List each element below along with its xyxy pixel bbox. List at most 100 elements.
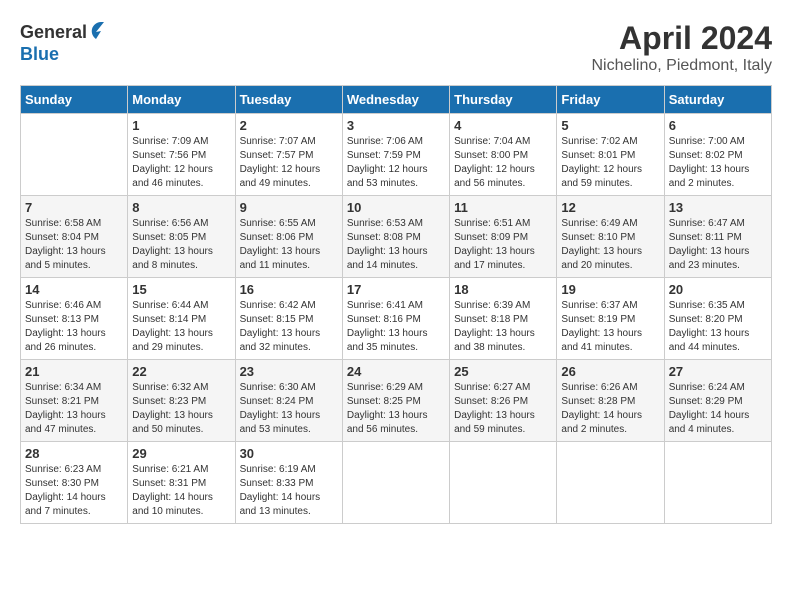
calendar-cell: 14 Sunrise: 6:46 AMSunset: 8:13 PMDayligh… bbox=[21, 278, 128, 360]
calendar-cell bbox=[450, 442, 557, 524]
calendar-week-row: 28 Sunrise: 6:23 AMSunset: 8:30 PMDayligh… bbox=[21, 442, 772, 524]
day-number: 26 bbox=[561, 364, 659, 379]
calendar-cell: 24 Sunrise: 6:29 AMSunset: 8:25 PMDayligh… bbox=[342, 360, 449, 442]
day-number: 20 bbox=[669, 282, 767, 297]
day-number: 3 bbox=[347, 118, 445, 133]
day-number: 14 bbox=[25, 282, 123, 297]
day-number: 24 bbox=[347, 364, 445, 379]
day-info: Sunrise: 7:00 AMSunset: 8:02 PMDaylight:… bbox=[669, 135, 767, 191]
logo-icon bbox=[89, 20, 113, 44]
col-thursday: Thursday bbox=[450, 86, 557, 114]
day-info: Sunrise: 6:46 AMSunset: 8:13 PMDaylight:… bbox=[25, 299, 123, 355]
calendar-week-row: 14 Sunrise: 6:46 AMSunset: 8:13 PMDayligh… bbox=[21, 278, 772, 360]
calendar-cell: 13 Sunrise: 6:47 AMSunset: 8:11 PMDayligh… bbox=[664, 196, 771, 278]
calendar-cell: 20Sunrise: 6:35 AMSunset: 8:20 PMDayligh… bbox=[664, 278, 771, 360]
day-info: Sunrise: 6:53 AMSunset: 8:08 PMDaylight:… bbox=[347, 217, 445, 273]
day-number: 12 bbox=[561, 200, 659, 215]
day-number: 7 bbox=[25, 200, 123, 215]
day-number: 1 bbox=[132, 118, 230, 133]
day-info: Sunrise: 6:24 AMSunset: 8:29 PMDaylight:… bbox=[669, 381, 767, 437]
location-title: Nichelino, Piedmont, Italy bbox=[591, 57, 772, 75]
day-info: Sunrise: 6:44 AMSunset: 8:14 PMDaylight:… bbox=[132, 299, 230, 355]
day-info: Sunrise: 6:41 AMSunset: 8:16 PMDaylight:… bbox=[347, 299, 445, 355]
calendar-cell: 4 Sunrise: 7:04 AMSunset: 8:00 PMDaylight… bbox=[450, 114, 557, 196]
day-info: Sunrise: 7:06 AMSunset: 7:59 PMDaylight:… bbox=[347, 135, 445, 191]
day-info: Sunrise: 6:19 AMSunset: 8:33 PMDaylight:… bbox=[240, 463, 338, 519]
day-info: Sunrise: 6:47 AMSunset: 8:11 PMDaylight:… bbox=[669, 217, 767, 273]
calendar-week-row: 1 Sunrise: 7:09 AMSunset: 7:56 PMDaylight… bbox=[21, 114, 772, 196]
day-number: 5 bbox=[561, 118, 659, 133]
calendar-cell: 5 Sunrise: 7:02 AMSunset: 8:01 PMDaylight… bbox=[557, 114, 664, 196]
calendar-cell bbox=[557, 442, 664, 524]
day-info: Sunrise: 7:04 AMSunset: 8:00 PMDaylight:… bbox=[454, 135, 552, 191]
calendar-cell: 15 Sunrise: 6:44 AMSunset: 8:14 PMDayligh… bbox=[128, 278, 235, 360]
calendar-cell: 1 Sunrise: 7:09 AMSunset: 7:56 PMDaylight… bbox=[128, 114, 235, 196]
col-saturday: Saturday bbox=[664, 86, 771, 114]
calendar-cell: 27 Sunrise: 6:24 AMSunset: 8:29 PMDayligh… bbox=[664, 360, 771, 442]
calendar-cell bbox=[342, 442, 449, 524]
col-tuesday: Tuesday bbox=[235, 86, 342, 114]
calendar-cell: 23Sunrise: 6:30 AMSunset: 8:24 PMDayligh… bbox=[235, 360, 342, 442]
calendar-week-row: 21 Sunrise: 6:34 AMSunset: 8:21 PMDayligh… bbox=[21, 360, 772, 442]
day-number: 2 bbox=[240, 118, 338, 133]
day-number: 30 bbox=[240, 446, 338, 461]
day-info: Sunrise: 6:30 AMSunset: 8:24 PMDaylight:… bbox=[240, 381, 338, 437]
calendar-cell bbox=[21, 114, 128, 196]
calendar-cell: 17 Sunrise: 6:41 AMSunset: 8:16 PMDayligh… bbox=[342, 278, 449, 360]
day-info: Sunrise: 6:21 AMSunset: 8:31 PMDaylight:… bbox=[132, 463, 230, 519]
col-monday: Monday bbox=[128, 86, 235, 114]
day-info: Sunrise: 6:56 AMSunset: 8:05 PMDaylight:… bbox=[132, 217, 230, 273]
day-number: 18 bbox=[454, 282, 552, 297]
calendar-cell: 16 Sunrise: 6:42 AMSunset: 8:15 PMDayligh… bbox=[235, 278, 342, 360]
calendar-cell: 30 Sunrise: 6:19 AMSunset: 8:33 PMDayligh… bbox=[235, 442, 342, 524]
calendar-cell: 3 Sunrise: 7:06 AMSunset: 7:59 PMDaylight… bbox=[342, 114, 449, 196]
day-number: 19 bbox=[561, 282, 659, 297]
day-number: 27 bbox=[669, 364, 767, 379]
calendar-cell: 10 Sunrise: 6:53 AMSunset: 8:08 PMDayligh… bbox=[342, 196, 449, 278]
day-info: Sunrise: 7:09 AMSunset: 7:56 PMDaylight:… bbox=[132, 135, 230, 191]
day-number: 4 bbox=[454, 118, 552, 133]
page-header: General Blue April 2024 Nichelino, Piedm… bbox=[20, 20, 772, 75]
calendar-header-row: Sunday Monday Tuesday Wednesday Thursday… bbox=[21, 86, 772, 114]
day-number: 21 bbox=[25, 364, 123, 379]
day-number: 15 bbox=[132, 282, 230, 297]
day-info: Sunrise: 6:23 AMSunset: 8:30 PMDaylight:… bbox=[25, 463, 123, 519]
day-number: 16 bbox=[240, 282, 338, 297]
day-info: Sunrise: 6:27 AMSunset: 8:26 PMDaylight:… bbox=[454, 381, 552, 437]
title-area: April 2024 Nichelino, Piedmont, Italy bbox=[591, 20, 772, 75]
calendar-cell: 11 Sunrise: 6:51 AMSunset: 8:09 PMDayligh… bbox=[450, 196, 557, 278]
day-number: 13 bbox=[669, 200, 767, 215]
calendar-cell: 25 Sunrise: 6:27 AMSunset: 8:26 PMDayligh… bbox=[450, 360, 557, 442]
day-info: Sunrise: 6:51 AMSunset: 8:09 PMDaylight:… bbox=[454, 217, 552, 273]
calendar-cell: 8 Sunrise: 6:56 AMSunset: 8:05 PMDaylight… bbox=[128, 196, 235, 278]
col-wednesday: Wednesday bbox=[342, 86, 449, 114]
calendar-cell: 19Sunrise: 6:37 AMSunset: 8:19 PMDayligh… bbox=[557, 278, 664, 360]
day-info: Sunrise: 6:29 AMSunset: 8:25 PMDaylight:… bbox=[347, 381, 445, 437]
day-number: 8 bbox=[132, 200, 230, 215]
day-info: Sunrise: 6:34 AMSunset: 8:21 PMDaylight:… bbox=[25, 381, 123, 437]
day-number: 22 bbox=[132, 364, 230, 379]
day-number: 28 bbox=[25, 446, 123, 461]
calendar-cell: 21 Sunrise: 6:34 AMSunset: 8:21 PMDayligh… bbox=[21, 360, 128, 442]
day-info: Sunrise: 6:49 AMSunset: 8:10 PMDaylight:… bbox=[561, 217, 659, 273]
day-info: Sunrise: 6:39 AMSunset: 8:18 PMDaylight:… bbox=[454, 299, 552, 355]
calendar-cell: 26 Sunrise: 6:26 AMSunset: 8:28 PMDayligh… bbox=[557, 360, 664, 442]
day-info: Sunrise: 6:26 AMSunset: 8:28 PMDaylight:… bbox=[561, 381, 659, 437]
day-info: Sunrise: 6:42 AMSunset: 8:15 PMDaylight:… bbox=[240, 299, 338, 355]
logo-blue: Blue bbox=[20, 44, 59, 65]
col-sunday: Sunday bbox=[21, 86, 128, 114]
day-number: 29 bbox=[132, 446, 230, 461]
day-number: 25 bbox=[454, 364, 552, 379]
day-info: Sunrise: 6:32 AMSunset: 8:23 PMDaylight:… bbox=[132, 381, 230, 437]
day-info: Sunrise: 7:02 AMSunset: 8:01 PMDaylight:… bbox=[561, 135, 659, 191]
day-number: 17 bbox=[347, 282, 445, 297]
calendar-cell: 12 Sunrise: 6:49 AMSunset: 8:10 PMDayligh… bbox=[557, 196, 664, 278]
logo: General Blue bbox=[20, 20, 113, 65]
calendar-cell: 28 Sunrise: 6:23 AMSunset: 8:30 PMDayligh… bbox=[21, 442, 128, 524]
calendar-cell bbox=[664, 442, 771, 524]
day-number: 10 bbox=[347, 200, 445, 215]
day-number: 11 bbox=[454, 200, 552, 215]
calendar-cell: 6Sunrise: 7:00 AMSunset: 8:02 PMDaylight… bbox=[664, 114, 771, 196]
calendar-cell: 29 Sunrise: 6:21 AMSunset: 8:31 PMDayligh… bbox=[128, 442, 235, 524]
day-info: Sunrise: 6:58 AMSunset: 8:04 PMDaylight:… bbox=[25, 217, 123, 273]
